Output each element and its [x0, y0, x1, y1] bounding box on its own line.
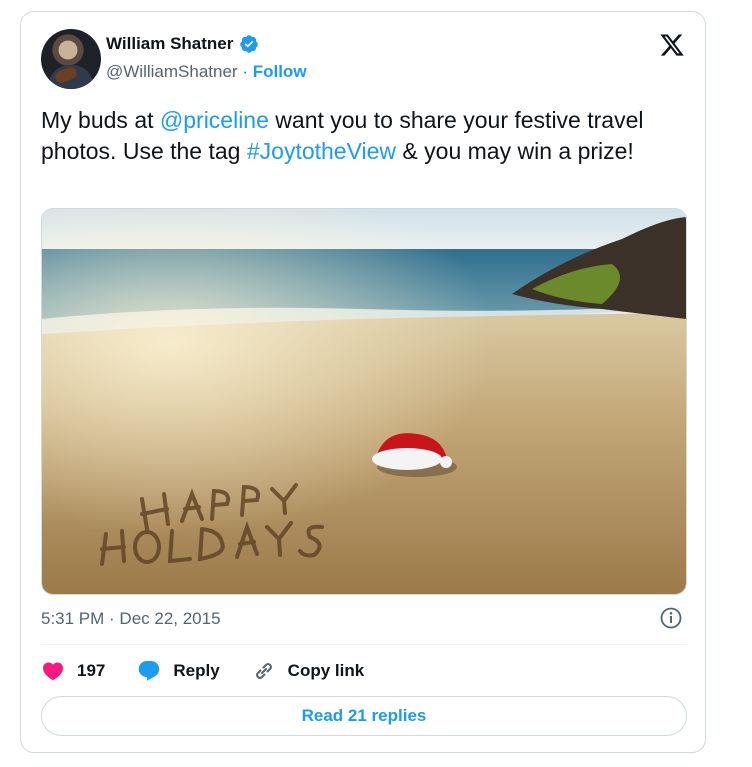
- author-name-row: William Shatner: [106, 34, 259, 54]
- author-handle-row: @WilliamShatner · Follow: [106, 62, 307, 82]
- avatar[interactable]: [41, 29, 101, 89]
- verified-badge-icon: [240, 35, 259, 53]
- heart-icon: [42, 662, 64, 681]
- reply-button[interactable]: Reply: [137, 659, 220, 683]
- tweet-text: My buds at @priceline want you to share …: [41, 105, 691, 167]
- info-icon[interactable]: [659, 606, 683, 630]
- copy-link-label: Copy link: [287, 661, 365, 680]
- reply-icon: [139, 661, 160, 681]
- x-logo-icon[interactable]: [659, 32, 685, 58]
- author-handle[interactable]: @WilliamShatner: [106, 62, 238, 81]
- beach-photo-illustration: [42, 209, 686, 594]
- follow-button[interactable]: Follow: [253, 62, 307, 81]
- tweet-text-part: & you may win a prize!: [396, 138, 634, 164]
- divider: [41, 644, 687, 645]
- read-replies-button[interactable]: Read 21 replies: [41, 696, 687, 736]
- like-button[interactable]: 197: [41, 659, 105, 683]
- tweet-photo[interactable]: [41, 208, 687, 595]
- tweet-timestamp[interactable]: 5:31 PM · Dec 22, 2015: [41, 609, 221, 629]
- reply-label: Reply: [173, 661, 220, 680]
- mention-link[interactable]: @priceline: [160, 107, 269, 133]
- link-icon: [255, 663, 272, 679]
- author-name[interactable]: William Shatner: [106, 34, 233, 54]
- tweet-card: William Shatner @WilliamShatner · Follow…: [20, 11, 706, 753]
- like-count: 197: [77, 661, 106, 680]
- action-bar: 197 Reply Copy link: [41, 659, 364, 683]
- handle-separator: ·: [242, 62, 248, 81]
- hashtag-link[interactable]: #JoytotheView: [247, 138, 396, 164]
- copy-link-button[interactable]: Copy link: [252, 659, 365, 683]
- tweet-text-part: My buds at: [41, 107, 160, 133]
